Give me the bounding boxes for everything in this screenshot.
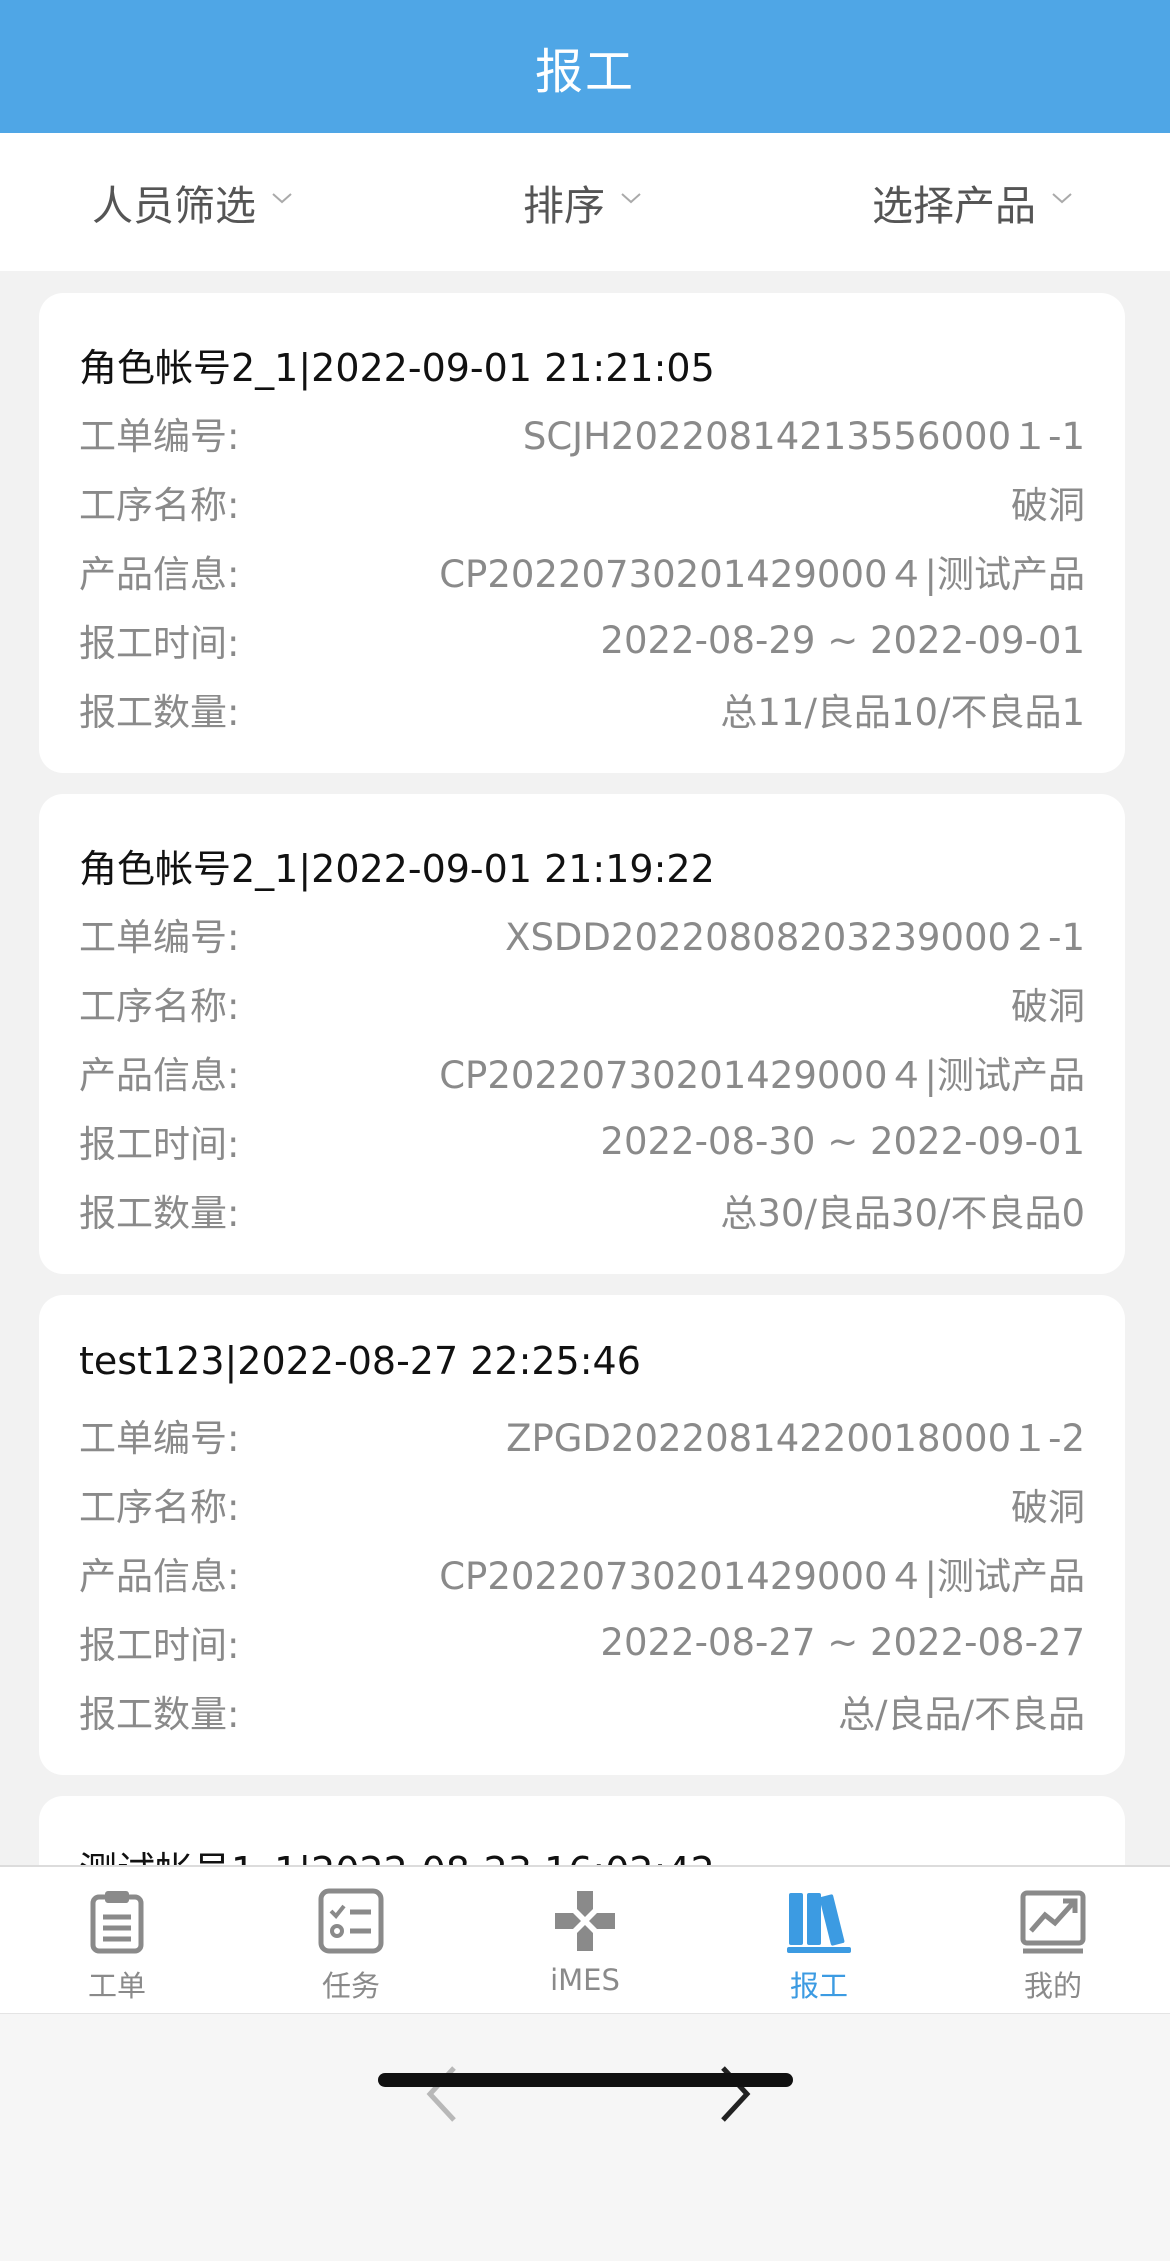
row-qty: 报工数量: 总11/良品10/不良品1 xyxy=(79,679,1085,739)
label-order-no: 工单编号: xyxy=(79,916,240,959)
tab-imes-label: iMES xyxy=(550,1963,620,1997)
bottom-tab-bar: 工单 任务 iMES 报工 我的 xyxy=(0,1865,1170,2013)
label-product: 产品信息: xyxy=(79,553,240,596)
card-title: 测试帐号1_1|2022-08-23 16:02:42 xyxy=(79,1840,715,1865)
value-time: 2022-08-30 ~ 2022-09-01 xyxy=(600,1119,1085,1163)
tab-report-label: 报工 xyxy=(789,1969,848,2003)
value-order-no: ZPGD20220814220018000１-2 xyxy=(506,1417,1085,1460)
value-qty: 总11/良品10/不良品1 xyxy=(720,691,1085,734)
label-product: 产品信息: xyxy=(79,1054,240,1097)
filter-sort-label: 排序 xyxy=(523,182,605,230)
report-card[interactable]: 测试帐号1_1|2022-08-23 16:02:42 xyxy=(39,1796,1125,1865)
value-order-no: XSDD20220808203239000２-1 xyxy=(505,916,1085,959)
filter-personnel-label: 人员筛选 xyxy=(92,182,256,230)
value-product: CP20220730201429000４|测试产品 xyxy=(439,1054,1085,1097)
chart-icon xyxy=(1020,1890,1086,1954)
row-process: 工序名称: 破洞 xyxy=(79,1474,1085,1534)
label-time: 报工时间: xyxy=(79,622,240,665)
row-time: 报工时间: 2022-08-27 ~ 2022-08-27 xyxy=(79,1612,1085,1672)
tab-task[interactable]: 任务 xyxy=(234,1867,468,2013)
row-time: 报工时间: 2022-08-30 ~ 2022-09-01 xyxy=(79,1111,1085,1171)
label-time: 报工时间: xyxy=(79,1123,240,1166)
label-qty: 报工数量: xyxy=(79,1192,240,1235)
chevron-down-icon xyxy=(272,193,292,204)
label-qty: 报工数量: xyxy=(79,691,240,734)
filter-sort[interactable]: 排序 xyxy=(523,133,643,271)
clipboard-icon xyxy=(90,1891,144,1954)
tab-mine[interactable]: 我的 xyxy=(936,1867,1170,2013)
filter-bar: 人员筛选 排序 选择产品 xyxy=(0,133,1170,271)
label-process: 工序名称: xyxy=(79,985,240,1028)
books-icon xyxy=(787,1893,851,1953)
value-product: CP20220730201429000４|测试产品 xyxy=(439,1555,1085,1598)
value-qty: 总30/良品30/不良品0 xyxy=(720,1192,1085,1235)
value-process: 破洞 xyxy=(1011,985,1085,1028)
back-arrow-icon[interactable] xyxy=(412,2054,472,2134)
label-process: 工序名称: xyxy=(79,484,240,527)
report-card[interactable]: 角色帐号2_1|2022-09-01 21:21:05 工单编号: SCJH20… xyxy=(39,293,1125,773)
page-title: 报工 xyxy=(534,43,635,100)
filter-product-label: 选择产品 xyxy=(872,182,1036,230)
gamepad-icon xyxy=(555,1891,615,1951)
tab-imes[interactable]: iMES xyxy=(468,1867,702,2013)
row-product: 产品信息: CP20220730201429000４|测试产品 xyxy=(79,541,1085,601)
value-qty: 总/良品/不良品 xyxy=(838,1693,1085,1736)
checklist-icon xyxy=(318,1888,384,1954)
row-process: 工序名称: 破洞 xyxy=(79,472,1085,532)
row-order-no: 工单编号: SCJH20220814213556000１-1 xyxy=(79,403,1085,463)
value-order-no: SCJH20220814213556000１-1 xyxy=(522,415,1085,458)
card-title: 角色帐号2_1|2022-09-01 21:21:05 xyxy=(79,346,715,390)
chevron-down-icon xyxy=(621,193,641,204)
browser-nav-bar xyxy=(0,2013,1170,2261)
label-order-no: 工单编号: xyxy=(79,415,240,458)
row-product: 产品信息: CP20220730201429000４|测试产品 xyxy=(79,1042,1085,1102)
report-card[interactable]: 角色帐号2_1|2022-09-01 21:19:22 工单编号: XSDD20… xyxy=(39,794,1125,1274)
report-card[interactable]: test123|2022-08-27 22:25:46 工单编号: ZPGD20… xyxy=(39,1295,1125,1775)
value-time: 2022-08-27 ~ 2022-08-27 xyxy=(600,1620,1085,1664)
tab-report[interactable]: 报工 xyxy=(702,1867,936,2013)
filter-personnel[interactable]: 人员筛选 xyxy=(92,133,294,271)
forward-arrow-icon[interactable] xyxy=(705,2054,765,2134)
tab-task-label: 任务 xyxy=(321,1969,380,2003)
value-time: 2022-08-29 ~ 2022-09-01 xyxy=(600,618,1085,662)
row-qty: 报工数量: 总/良品/不良品 xyxy=(79,1681,1085,1741)
row-process: 工序名称: 破洞 xyxy=(79,973,1085,1033)
card-title: test123|2022-08-27 22:25:46 xyxy=(79,1339,641,1383)
row-time: 报工时间: 2022-08-29 ~ 2022-09-01 xyxy=(79,610,1085,670)
row-order-no: 工单编号: ZPGD20220814220018000１-2 xyxy=(79,1405,1085,1465)
tab-work-order[interactable]: 工单 xyxy=(0,1867,234,2013)
card-title: 角色帐号2_1|2022-09-01 21:19:22 xyxy=(79,847,715,891)
label-qty: 报工数量: xyxy=(79,1693,240,1736)
top-bar: 报工 xyxy=(0,0,1170,133)
row-qty: 报工数量: 总30/良品30/不良品0 xyxy=(79,1180,1085,1240)
value-process: 破洞 xyxy=(1011,484,1085,527)
value-product: CP20220730201429000４|测试产品 xyxy=(439,553,1085,596)
filter-product[interactable]: 选择产品 xyxy=(872,133,1074,271)
label-product: 产品信息: xyxy=(79,1555,240,1598)
row-order-no: 工单编号: XSDD20220808203239000２-1 xyxy=(79,904,1085,964)
label-order-no: 工单编号: xyxy=(79,1417,240,1460)
tab-work-order-label: 工单 xyxy=(87,1969,146,2003)
tab-mine-label: 我的 xyxy=(1023,1969,1082,2003)
label-time: 报工时间: xyxy=(79,1624,240,1667)
row-product: 产品信息: CP20220730201429000４|测试产品 xyxy=(79,1543,1085,1603)
chevron-down-icon xyxy=(1052,193,1072,204)
home-indicator xyxy=(378,2073,793,2087)
value-process: 破洞 xyxy=(1011,1486,1085,1529)
report-list[interactable]: 角色帐号2_1|2022-09-01 21:21:05 工单编号: SCJH20… xyxy=(0,271,1170,1865)
label-process: 工序名称: xyxy=(79,1486,240,1529)
